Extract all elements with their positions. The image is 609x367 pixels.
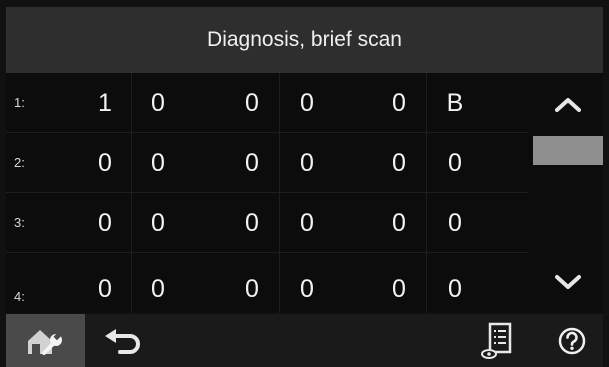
- scan-cell: 0: [98, 209, 112, 237]
- scan-cell: 0: [300, 275, 314, 303]
- back-button[interactable]: [94, 314, 154, 367]
- scan-cell: 0: [245, 275, 259, 303]
- row-number: 1:: [14, 95, 25, 110]
- report-button[interactable]: [468, 314, 528, 367]
- scrollbar[interactable]: [533, 73, 603, 313]
- scan-cell: 0: [98, 275, 112, 303]
- scan-cell: 0: [151, 149, 165, 177]
- table-row: 1: 1 0 0 0 0 B: [6, 73, 528, 133]
- scan-cell: 0: [98, 149, 112, 177]
- scan-cell: 1: [98, 89, 112, 117]
- page-title: Diagnosis, brief scan: [207, 28, 402, 51]
- table-row: 3: 0 0 0 0 0 0: [6, 193, 528, 253]
- scan-cell: 0: [245, 149, 259, 177]
- scan-cell: 0: [300, 209, 314, 237]
- scan-cell: 0: [392, 149, 406, 177]
- home-wrench-icon: [27, 329, 62, 355]
- scan-cell: 0: [151, 275, 165, 303]
- back-arrow-icon: [105, 328, 140, 354]
- chevron-up-icon: [555, 98, 581, 112]
- chevron-down-icon: [555, 275, 581, 289]
- row-number: 2:: [14, 155, 25, 170]
- scan-cell: 0: [245, 89, 259, 117]
- scan-cell: 0: [448, 275, 462, 303]
- scan-rows: 1: 1 0 0 0 0 B 2: 0 0 0 0 0 0 3: 0 0 0 0…: [6, 73, 528, 313]
- row-number: 3:: [14, 215, 25, 230]
- bottom-toolbar: [6, 314, 603, 367]
- scan-cell: 0: [300, 89, 314, 117]
- report-list-icon: [481, 322, 512, 359]
- home-button[interactable]: [6, 314, 85, 367]
- scan-table: 1: 1 0 0 0 0 B 2: 0 0 0 0 0 0 3: 0 0 0 0…: [6, 73, 603, 313]
- scroll-down-button[interactable]: [533, 251, 603, 313]
- scan-cell: 0: [151, 209, 165, 237]
- scan-cell: 0: [392, 89, 406, 117]
- table-row: 4: 0 0 0 0 0 0: [6, 253, 528, 313]
- scan-cell: 0: [392, 275, 406, 303]
- scan-cell: 0: [300, 149, 314, 177]
- scan-cell: 0: [448, 149, 462, 177]
- title-bar: Diagnosis, brief scan: [6, 7, 603, 73]
- scan-cell: B: [446, 89, 464, 117]
- scan-cell: 0: [245, 209, 259, 237]
- scan-cell: 0: [392, 209, 406, 237]
- scroll-thumb[interactable]: [533, 136, 603, 165]
- scan-cell: 0: [448, 209, 462, 237]
- help-button[interactable]: [541, 314, 603, 367]
- scan-cell: 0: [151, 89, 165, 117]
- help-icon: [558, 327, 586, 354]
- table-row: 2: 0 0 0 0 0 0: [6, 133, 528, 193]
- scroll-up-button[interactable]: [533, 73, 603, 135]
